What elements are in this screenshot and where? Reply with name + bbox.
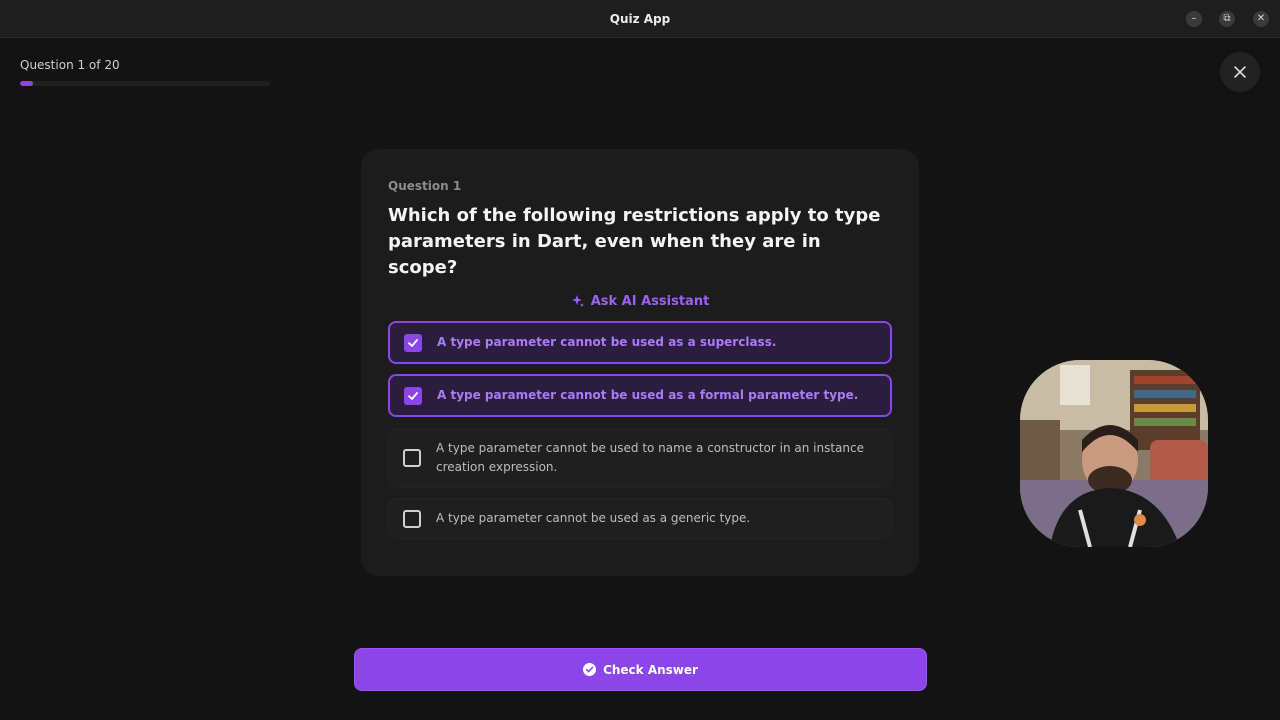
ask-ai-assistant-label: Ask AI Assistant [590, 293, 710, 309]
sparkle-icon [571, 295, 584, 307]
check-answer-label: Check Answer [603, 662, 698, 677]
ask-ai-assistant-button[interactable]: Ask AI Assistant [361, 292, 919, 310]
option-checkbox-2[interactable] [404, 386, 422, 405]
answer-option-1[interactable]: A type parameter cannot be used as a sup… [388, 321, 892, 364]
webcam-video [1020, 360, 1208, 547]
question-text: Which of the following restrictions appl… [388, 205, 881, 278]
option-text-2: A type parameter cannot be used as a for… [437, 388, 859, 402]
close-icon [1234, 66, 1246, 78]
option-text-3: A type parameter cannot be used to name … [436, 441, 864, 474]
option-text-4: A type parameter cannot be used as a gen… [436, 511, 751, 525]
restore-button[interactable]: ⧉ [1219, 11, 1235, 27]
window-title: Quiz App [609, 12, 671, 26]
webcam-overlay [1020, 360, 1208, 547]
window-titlebar: Quiz App – ⧉ ✕ [0, 0, 1280, 38]
progress-bar-fill [20, 81, 33, 86]
check-icon [408, 338, 418, 347]
option-checkbox-1[interactable] [404, 333, 422, 352]
check-answer-button[interactable]: Check Answer [354, 648, 927, 691]
progress-bar [20, 81, 270, 86]
minimize-button[interactable]: – [1186, 11, 1202, 27]
window-close-button[interactable]: ✕ [1253, 11, 1269, 27]
answer-option-2[interactable]: A type parameter cannot be used as a for… [388, 374, 892, 417]
check-circle-icon [583, 663, 597, 676]
question-card: Question 1 Which of the following restri… [361, 149, 919, 576]
answer-option-4[interactable]: A type parameter cannot be used as a gen… [388, 498, 892, 539]
question-number: Question 1 [388, 179, 462, 193]
option-text-1: A type parameter cannot be used as a sup… [437, 335, 777, 349]
progress-label: Question 1 of 20 [20, 58, 120, 72]
option-checkbox-3[interactable] [403, 449, 421, 467]
check-icon [408, 391, 418, 400]
option-checkbox-4[interactable] [403, 509, 421, 528]
exit-quiz-button[interactable] [1220, 52, 1260, 92]
answer-option-3[interactable]: A type parameter cannot be used to name … [388, 428, 892, 488]
